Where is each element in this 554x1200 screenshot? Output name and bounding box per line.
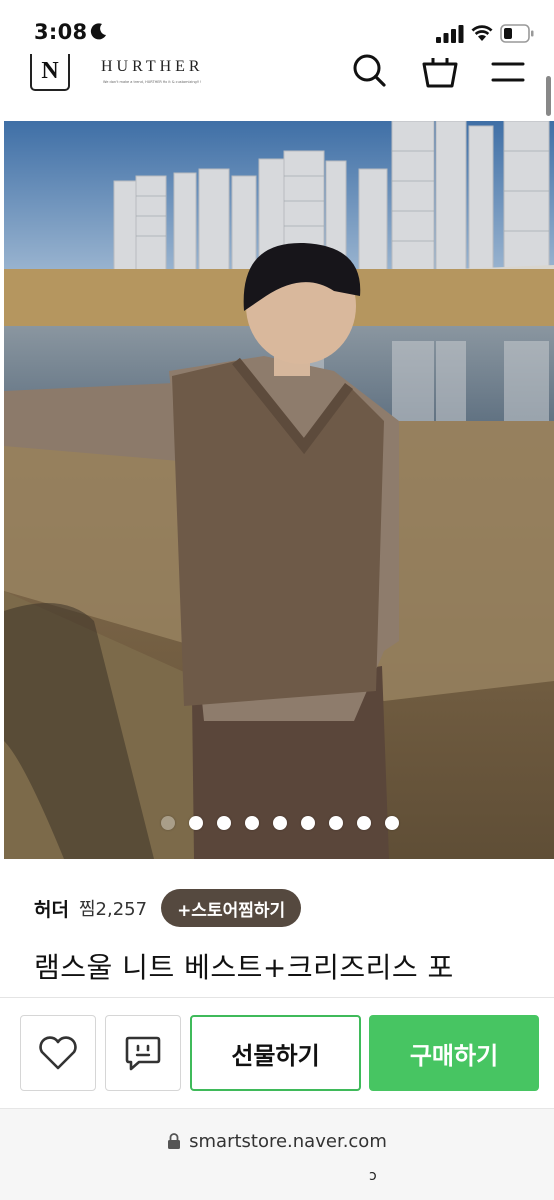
carousel-dot[interactable] bbox=[329, 816, 343, 830]
logo-letter: N bbox=[41, 58, 59, 84]
brand-tagline: We don't make a trend, HURTHER fix it & … bbox=[103, 80, 201, 84]
product-photo bbox=[4, 121, 554, 859]
hamburger-menu-icon[interactable] bbox=[490, 54, 526, 90]
store-name[interactable]: 허더 bbox=[34, 895, 69, 922]
cellular-signal-icon bbox=[436, 25, 464, 43]
search-icon[interactable] bbox=[351, 54, 389, 90]
carousel-dot[interactable] bbox=[357, 816, 371, 830]
store-header: N HURTHER We don't make a trend, HURTHER… bbox=[0, 54, 554, 122]
gift-button[interactable]: 선물하기 bbox=[190, 1015, 361, 1091]
url-line: smartstore.naver.com bbox=[0, 1129, 554, 1153]
brand-name[interactable]: HURTHER bbox=[101, 58, 231, 76]
heart-icon bbox=[39, 1036, 77, 1070]
scroll-indicator bbox=[546, 76, 551, 116]
carousel-dot[interactable] bbox=[189, 816, 203, 830]
product-title: 램스울 니트 베스트+크리즈리스 포 bbox=[34, 951, 454, 984]
carousel-dot[interactable] bbox=[273, 816, 287, 830]
carousel-dot[interactable] bbox=[245, 816, 259, 830]
browser-address-bar[interactable]: smartstore.naver.com bbox=[0, 1108, 554, 1200]
buy-button[interactable]: 구매하기 bbox=[369, 1015, 539, 1091]
store-info-row: 허더 찜2,257 +스토어찜하기 bbox=[34, 888, 302, 928]
carousel-dot[interactable] bbox=[161, 816, 175, 830]
shopping-bag-icon[interactable] bbox=[420, 54, 460, 90]
store-like-count: 찜2,257 bbox=[78, 899, 148, 920]
carousel-dot[interactable] bbox=[301, 816, 315, 830]
moon-icon bbox=[90, 23, 106, 40]
url-text: smartstore.naver.com bbox=[189, 1130, 387, 1152]
battery-icon bbox=[500, 24, 534, 43]
carousel-dot[interactable] bbox=[217, 816, 231, 830]
talk-talk-button[interactable] bbox=[105, 1015, 181, 1091]
talk-chat-icon bbox=[125, 1036, 161, 1071]
wishlist-button[interactable] bbox=[20, 1015, 96, 1091]
carousel-dot[interactable] bbox=[385, 816, 399, 830]
status-time: 3:08 bbox=[34, 20, 88, 44]
carousel-pagination bbox=[161, 816, 399, 834]
wifi-icon bbox=[471, 25, 493, 41]
store-follow-button[interactable]: +스토어찜하기 bbox=[161, 889, 302, 927]
status-bar: 3:08 bbox=[0, 0, 554, 62]
bottom-glyph: ↄ bbox=[369, 1168, 377, 1184]
product-image-carousel[interactable] bbox=[4, 121, 554, 859]
store-logo[interactable]: N bbox=[30, 54, 70, 91]
purchase-action-bar: 선물하기 구매하기 bbox=[0, 997, 554, 1109]
lock-icon bbox=[168, 1133, 181, 1149]
